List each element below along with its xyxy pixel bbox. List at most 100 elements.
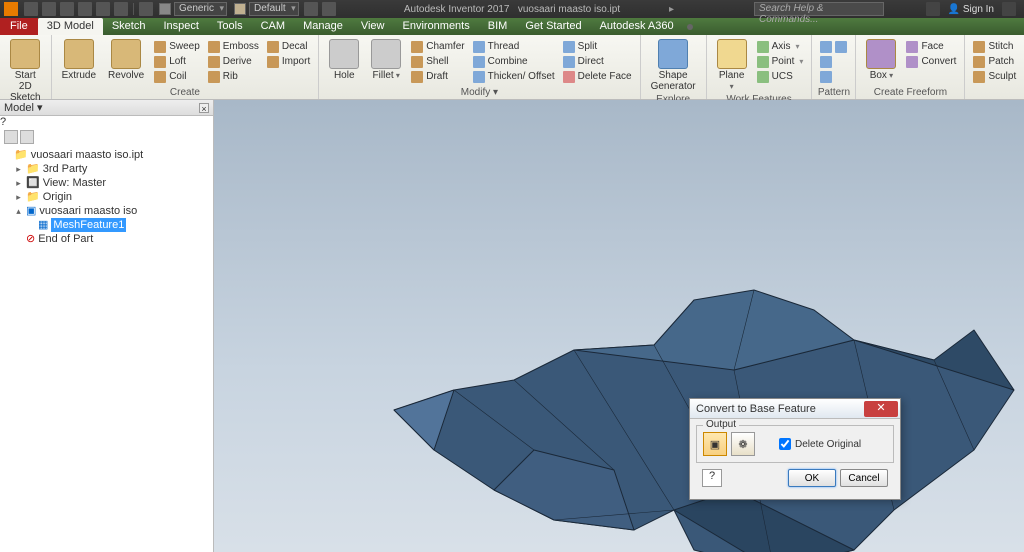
tab-tools[interactable]: Tools (208, 18, 252, 35)
help-icon[interactable] (1002, 2, 1016, 16)
sculpt-button[interactable]: Sculpt (969, 69, 1020, 84)
tree-item-3rdparty[interactable]: ▸📁3rd Party (2, 162, 211, 176)
filter-icon[interactable] (4, 130, 18, 144)
cancel-button[interactable]: Cancel (840, 469, 888, 487)
appearance-swatch[interactable] (234, 3, 246, 15)
qat-misc-icon[interactable] (322, 2, 336, 16)
dialog-titlebar[interactable]: Convert to Base Feature ✕ (690, 399, 900, 419)
tab-environments[interactable]: Environments (393, 18, 478, 35)
hole-button[interactable]: Hole (323, 37, 365, 81)
qat-home-icon[interactable] (114, 2, 128, 16)
close-icon[interactable]: ✕ (864, 401, 898, 417)
chamfer-button[interactable]: Chamfer (407, 39, 468, 54)
file-tab[interactable]: File (0, 18, 38, 35)
decal-button[interactable]: Decal (263, 39, 314, 54)
convert-to-base-feature-dialog: Convert to Base Feature ✕ Output ▣ ❁ Del… (689, 398, 901, 500)
sweep-button[interactable]: Sweep (150, 39, 204, 54)
thread-button[interactable]: Thread (469, 39, 559, 54)
plane-button[interactable]: Plane (711, 37, 753, 92)
tree-root[interactable]: 📁vuosaari maasto iso.ipt (2, 148, 211, 162)
qat-fx-icon[interactable] (304, 2, 318, 16)
tree-item-end[interactable]: ⊘End of Part (2, 232, 211, 246)
decal-icon (267, 41, 279, 53)
tab-cam[interactable]: CAM (252, 18, 294, 35)
loft-button[interactable]: Loft (150, 54, 204, 69)
tree-item-view[interactable]: ▸🔲View: Master (2, 176, 211, 190)
ucs-button[interactable]: UCS (753, 69, 808, 84)
search-input[interactable]: Search Help & Commands... (754, 2, 884, 16)
ok-button[interactable]: OK (788, 469, 836, 487)
output-composite-button[interactable]: ❁ (731, 432, 755, 456)
qat-undo-icon[interactable] (78, 2, 92, 16)
output-solid-button[interactable]: ▣ (703, 432, 727, 456)
pattern-rect-button[interactable] (816, 39, 851, 54)
axis-button[interactable]: Axis (753, 39, 808, 54)
trim-button[interactable]: Trim (1020, 54, 1024, 69)
qat-new-icon[interactable] (24, 2, 38, 16)
coil-button[interactable]: Coil (150, 69, 204, 84)
import-button[interactable]: Import (263, 54, 314, 69)
quick-access-toolbar: Generic Default Autodesk Inventor 2017 v… (0, 0, 1024, 18)
combine-button[interactable]: Combine (469, 54, 559, 69)
tab-a360[interactable]: Autodesk A360 (591, 18, 683, 35)
material-swatch[interactable] (159, 3, 171, 15)
import-icon (267, 56, 279, 68)
tab-sketch[interactable]: Sketch (103, 18, 155, 35)
delete-original-checkbox[interactable]: Delete Original (779, 438, 861, 450)
emboss-button[interactable]: Emboss (204, 39, 263, 54)
face-button[interactable]: Face (902, 39, 960, 54)
ruled-surface-button[interactable]: Ruled Surface (1020, 39, 1024, 54)
emboss-icon (208, 41, 220, 53)
tree-item-body[interactable]: ▴▣vuosaari maasto iso (2, 204, 211, 218)
panel-title: Pattern (812, 87, 855, 99)
extend-button[interactable]: Extend (1020, 69, 1024, 84)
help-icon[interactable]: ? (0, 116, 213, 128)
tab-view[interactable]: View (352, 18, 394, 35)
delete-face-icon (563, 71, 575, 83)
direct-button[interactable]: Direct (559, 54, 636, 69)
tab-manage[interactable]: Manage (294, 18, 352, 35)
convert-button[interactable]: Convert (902, 54, 960, 69)
tab-bim[interactable]: BIM (479, 18, 517, 35)
shape-generator-button[interactable]: ShapeGenerator (645, 37, 702, 92)
pattern-sketch-button[interactable] (816, 69, 851, 84)
material-combo[interactable]: Generic (174, 2, 227, 16)
appearance-combo[interactable]: Default (249, 2, 299, 16)
stitch-button[interactable]: Stitch (969, 39, 1020, 54)
tab-inspect[interactable]: Inspect (154, 18, 207, 35)
qat-select-icon[interactable] (139, 2, 153, 16)
model-tree[interactable]: 📁vuosaari maasto iso.ipt ▸📁3rd Party ▸🔲V… (0, 146, 213, 248)
star-icon[interactable] (926, 2, 940, 16)
viewport[interactable]: Convert to Base Feature ✕ Output ▣ ❁ Del… (214, 100, 1024, 552)
box-button[interactable]: Box (860, 37, 902, 81)
app-logo-icon[interactable] (4, 2, 18, 16)
pattern-mirror-button[interactable] (816, 54, 851, 69)
thicken-button[interactable]: Thicken/ Offset (469, 69, 559, 84)
dialog-help-button[interactable]: ? (702, 469, 722, 487)
browser-title[interactable]: Model ▾ (4, 101, 43, 114)
draft-button[interactable]: Draft (407, 69, 468, 84)
extrude-button[interactable]: Extrude (56, 37, 102, 81)
split-button[interactable]: Split (559, 39, 636, 54)
binoculars-icon[interactable] (20, 130, 34, 144)
patch-button[interactable]: Patch (969, 54, 1020, 69)
qat-save-icon[interactable] (60, 2, 74, 16)
rib-button[interactable]: Rib (204, 69, 263, 84)
qat-open-icon[interactable] (42, 2, 56, 16)
revolve-button[interactable]: Revolve (102, 37, 150, 81)
tab-get-started[interactable]: Get Started (516, 18, 590, 35)
tab-3d-model[interactable]: 3D Model (38, 18, 103, 35)
qat-redo-icon[interactable] (96, 2, 110, 16)
point-button[interactable]: Point (753, 54, 808, 69)
extrude-icon (64, 39, 94, 69)
checkbox-input[interactable] (779, 438, 791, 450)
thicken-icon (473, 71, 485, 83)
tree-item-origin[interactable]: ▸📁Origin (2, 190, 211, 204)
browser-close-icon[interactable]: × (199, 103, 209, 113)
tree-item-meshfeature[interactable]: ▦MeshFeature1 (2, 218, 211, 232)
delete-face-button[interactable]: Delete Face (559, 69, 636, 84)
derive-button[interactable]: Derive (204, 54, 263, 69)
shell-button[interactable]: Shell (407, 54, 468, 69)
signin-button[interactable]: 👤 Sign In (948, 4, 994, 15)
fillet-button[interactable]: Fillet (365, 37, 407, 81)
